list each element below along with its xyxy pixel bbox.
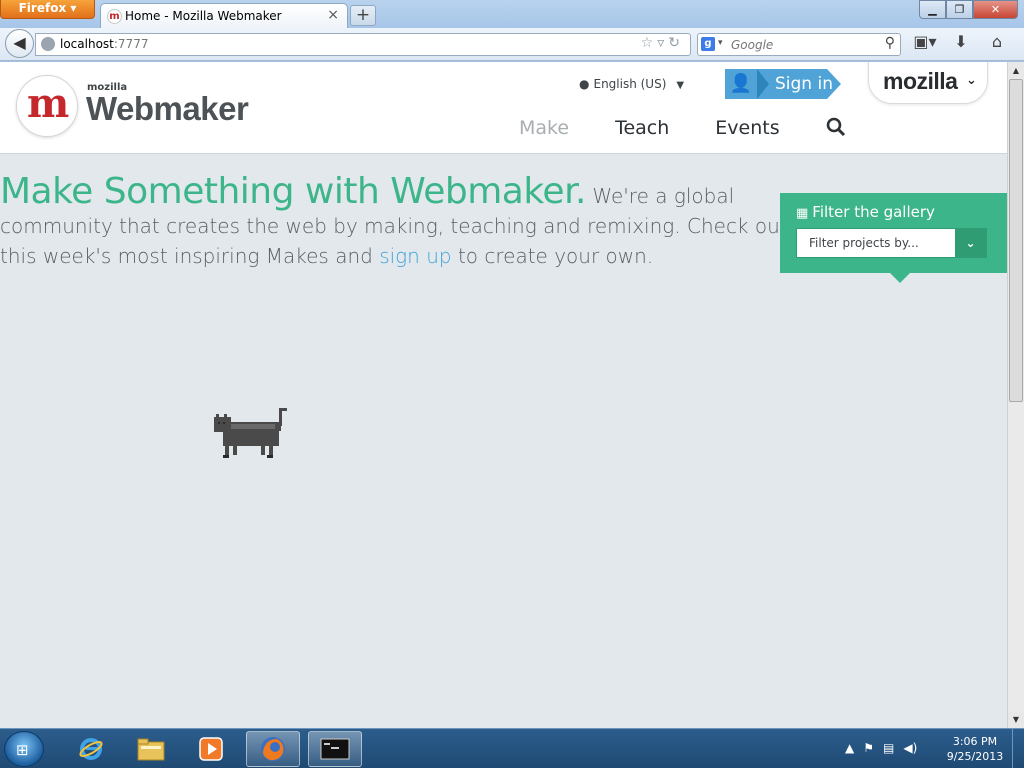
user-icon: 👤 bbox=[725, 69, 757, 99]
logo-mark: m bbox=[27, 80, 70, 127]
command-prompt-icon[interactable] bbox=[308, 731, 362, 767]
new-tab-button[interactable]: + bbox=[350, 5, 376, 26]
system-tray: ▲ ⚑ ▤ ◀) bbox=[845, 741, 917, 755]
url-bar-icons: ☆▿↻ bbox=[641, 35, 684, 51]
gallery-filter: ▦ Filter the gallery Filter projects by..… bbox=[780, 193, 1007, 283]
reload-icon[interactable]: ↻ bbox=[668, 35, 684, 51]
search-icon[interactable]: ⚲ bbox=[885, 35, 895, 51]
tab-close-icon[interactable]: × bbox=[327, 7, 339, 23]
downloads-icon[interactable]: ⬇ bbox=[948, 32, 974, 51]
media-player-icon[interactable] bbox=[184, 731, 238, 767]
taskbar-clock[interactable]: 3:06 PM 9/25/2013 bbox=[944, 734, 1006, 764]
loading-cat-icon bbox=[213, 408, 287, 466]
language-selector[interactable]: ● English (US) ▼ bbox=[579, 77, 684, 91]
filter-title-label: Filter the gallery bbox=[812, 203, 935, 221]
firefox-menu-button[interactable]: Firefox ▾ bbox=[0, 0, 95, 19]
windows-logo-icon: ⊞ bbox=[16, 741, 29, 759]
hero-text-3b: to create your own. bbox=[457, 244, 654, 268]
mozilla-label: mozilla bbox=[883, 68, 958, 94]
window-titlebar: Firefox ▾ m Home - Mozilla Webmaker × + … bbox=[0, 0, 1024, 29]
hero-line-3: this week's most inspiring Makes and sig… bbox=[0, 241, 760, 271]
hero-line-1: Make Something with Webmaker. We're a gl… bbox=[0, 174, 760, 211]
webmaker-favicon-icon: m bbox=[107, 9, 122, 24]
filter-pointer bbox=[890, 273, 910, 283]
minimize-button[interactable]: ▁ bbox=[919, 0, 946, 19]
nav-events[interactable]: Events bbox=[715, 117, 779, 142]
home-icon[interactable]: ⌂ bbox=[984, 32, 1010, 51]
browser-tab[interactable]: m Home - Mozilla Webmaker × bbox=[100, 3, 348, 29]
clock-time: 3:06 PM bbox=[952, 735, 998, 748]
show-desktop-button[interactable] bbox=[1012, 729, 1024, 768]
hero-text-3a: this week's most inspiring Makes and bbox=[0, 244, 373, 268]
url-text: localhost:7777 bbox=[60, 37, 148, 51]
internet-explorer-icon[interactable] bbox=[64, 731, 118, 767]
clock-date: 9/25/2013 bbox=[946, 750, 1004, 763]
hero-text-1: We're a global bbox=[592, 184, 735, 208]
bookmarks-menu-icon[interactable]: ▣▾ bbox=[912, 32, 938, 51]
show-hidden-icons-icon[interactable]: ▲ bbox=[845, 741, 854, 755]
page-scrollbar[interactable]: ▲ ▼ bbox=[1007, 62, 1024, 728]
filter-title: ▦ Filter the gallery bbox=[796, 203, 935, 221]
globe-icon: ● bbox=[579, 77, 590, 91]
url-port: :7777 bbox=[113, 37, 149, 51]
scroll-down-icon[interactable]: ▼ bbox=[1008, 711, 1024, 728]
language-label: English (US) bbox=[593, 77, 667, 91]
bookmark-star-icon[interactable]: ☆ bbox=[641, 35, 658, 51]
sign-up-link[interactable]: sign up bbox=[379, 244, 451, 268]
hero-title: Make Something with Webmaker. bbox=[0, 171, 587, 212]
scrollbar-thumb[interactable] bbox=[1009, 79, 1023, 402]
search-input[interactable] bbox=[731, 36, 871, 53]
sign-in-notch bbox=[757, 69, 769, 99]
filter-projects-select[interactable]: Filter projects by... ⌄ bbox=[796, 228, 987, 258]
windows-taskbar: ⊞ ▲ ⚑ ▤ ◀) 3:06 PM 9/25/2013 bbox=[0, 728, 1024, 768]
file-explorer-icon[interactable] bbox=[124, 731, 178, 767]
webmaker-logo-icon[interactable]: m bbox=[16, 75, 78, 137]
grid-icon: ▦ bbox=[796, 206, 809, 221]
filter-select-text: Filter projects by... bbox=[809, 236, 919, 250]
hero-intro: Make Something with Webmaker. We're a gl… bbox=[0, 174, 788, 271]
back-arrow-icon: ◀ bbox=[13, 33, 26, 52]
main-nav: Make Teach Events bbox=[519, 117, 846, 142]
url-host: localhost bbox=[60, 37, 114, 51]
start-button[interactable]: ⊞ bbox=[4, 731, 44, 767]
mozilla-menu-tab[interactable]: mozilla ⌄ bbox=[868, 62, 988, 104]
chevron-down-icon: ⌄ bbox=[966, 73, 977, 88]
google-engine-icon[interactable]: g bbox=[701, 37, 715, 51]
network-icon[interactable]: ▤ bbox=[883, 741, 894, 755]
nav-teach[interactable]: Teach bbox=[615, 117, 669, 142]
engine-dropdown-icon[interactable]: ▾ bbox=[718, 38, 723, 48]
tab-title: Home - Mozilla Webmaker bbox=[125, 9, 282, 23]
firefox-taskbar-icon[interactable] bbox=[246, 731, 300, 767]
site-identity-icon[interactable] bbox=[41, 37, 55, 51]
url-bar[interactable]: localhost:7777 ☆▿↻ bbox=[35, 33, 691, 56]
page-viewport: m mozilla Webmaker ● English (US) ▼ 👤 Sign… bbox=[0, 62, 1024, 728]
sign-in-label: Sign in bbox=[775, 74, 833, 94]
logo-webmaker-text[interactable]: Webmaker bbox=[86, 90, 249, 128]
hero-line-2: community that creates the web by making… bbox=[0, 214, 788, 238]
maximize-button[interactable]: ❐ bbox=[946, 0, 973, 19]
toolbar-buttons: ▣▾ ⬇ ⌂ bbox=[912, 32, 1010, 51]
site-header: m mozilla Webmaker ● English (US) ▼ 👤 Sign… bbox=[0, 62, 1007, 154]
sign-in-button[interactable]: 👤 Sign in bbox=[725, 69, 841, 99]
window-controls: ▁ ❐ ✕ bbox=[919, 0, 1018, 19]
action-center-icon[interactable]: ⚑ bbox=[863, 741, 874, 755]
chevron-down-icon[interactable]: ⌄ bbox=[955, 229, 986, 257]
back-button[interactable]: ◀ bbox=[5, 29, 34, 58]
nav-make[interactable]: Make bbox=[519, 117, 569, 142]
search-bar: g ▾ ⚲ bbox=[697, 33, 901, 56]
history-dropdown-icon[interactable]: ▿ bbox=[657, 35, 668, 51]
scroll-up-icon[interactable]: ▲ bbox=[1008, 62, 1024, 79]
search-icon[interactable] bbox=[826, 117, 846, 142]
chevron-down-icon: ▼ bbox=[676, 80, 685, 91]
close-window-button[interactable]: ✕ bbox=[973, 0, 1018, 19]
navigation-toolbar: ◀ localhost:7777 ☆▿↻ g ▾ ⚲ ▣▾ ⬇ ⌂ bbox=[0, 28, 1024, 61]
volume-icon[interactable]: ◀) bbox=[903, 741, 917, 755]
